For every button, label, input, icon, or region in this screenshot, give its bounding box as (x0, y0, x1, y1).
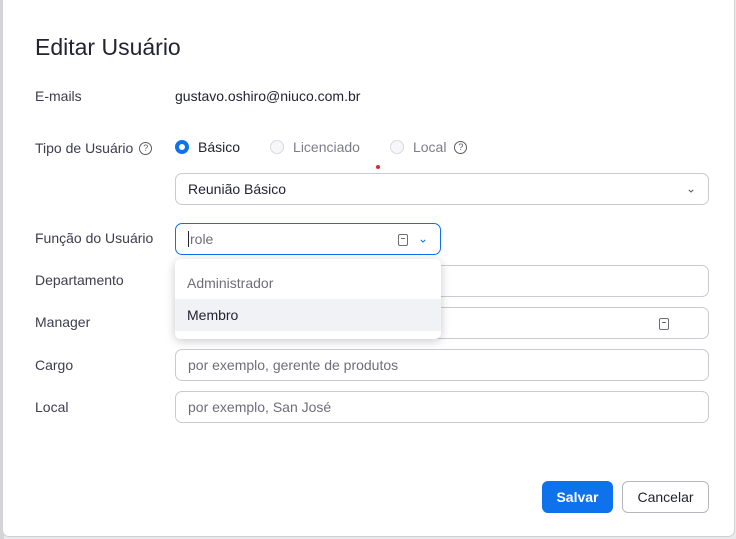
department-label-text: Departamento (35, 272, 124, 288)
manager-label-text: Manager (35, 314, 91, 330)
radio-button[interactable] (175, 140, 189, 154)
emails-label: E-mails (35, 88, 82, 104)
job-title-input[interactable]: por exemplo, gerente de produtos (175, 349, 709, 381)
emails-label-text: E-mails (35, 88, 82, 104)
role-input-value: role (190, 231, 214, 247)
plan-select[interactable]: Reunião Básico ⌄ (175, 173, 709, 205)
required-indicator (376, 165, 380, 169)
dropdown-option-administrador[interactable]: Administrador (175, 267, 441, 299)
text-cursor (188, 231, 189, 247)
dropdown-option-membro[interactable]: Membro (175, 299, 441, 331)
role-label-text: Função do Usuário (35, 230, 154, 246)
role-input[interactable]: role ⌄ (175, 223, 441, 255)
radio-button[interactable] (270, 140, 285, 154)
dialog-title: Editar Usuário (35, 34, 181, 60)
radio-licenciado[interactable]: Licenciado (270, 139, 360, 155)
user-type-label: Tipo de Usuário ? (35, 140, 153, 156)
radio-basico[interactable]: Básico (175, 139, 240, 155)
role-dropdown-menu: Administrador Membro (175, 259, 441, 339)
cancel-button[interactable]: Cancelar (622, 481, 709, 513)
chevron-down-icon: ⌄ (685, 181, 696, 196)
job-title-placeholder: por exemplo, gerente de produtos (188, 357, 399, 373)
user-type-radio-group: Básico Licenciado Local ? (175, 139, 468, 155)
job-title-label-text: Cargo (35, 357, 74, 373)
user-type-label-text: Tipo de Usuário (35, 140, 134, 156)
radio-local[interactable]: Local ? (389, 139, 468, 155)
contact-card-icon[interactable] (398, 234, 408, 246)
location-label-text: Local (35, 399, 69, 415)
edit-user-dialog: Editar Usuário E-mails gustavo.oshiro@ni… (3, 0, 734, 536)
job-title-label: Cargo (35, 357, 73, 373)
help-icon[interactable]: ? (139, 141, 153, 155)
help-icon[interactable]: ? (454, 140, 468, 154)
chevron-down-icon[interactable]: ⌄ (418, 231, 428, 245)
radio-label: Licenciado (293, 139, 360, 155)
location-label: Local (35, 399, 68, 415)
location-placeholder: por exemplo, San José (188, 399, 332, 415)
radio-label: Local (412, 139, 447, 155)
save-button[interactable]: Salvar (542, 481, 613, 513)
emails-value: gustavo.oshiro@niuco.com.br (175, 88, 361, 104)
manager-label: Manager (35, 314, 90, 330)
location-input[interactable]: por exemplo, San José (175, 391, 709, 423)
department-label: Departamento (35, 272, 124, 288)
role-label: Função do Usuário (35, 230, 153, 246)
plan-select-value: Reunião Básico (188, 181, 287, 197)
radio-label: Básico (198, 139, 241, 155)
contact-card-icon[interactable] (659, 318, 669, 330)
radio-button[interactable] (389, 140, 404, 154)
